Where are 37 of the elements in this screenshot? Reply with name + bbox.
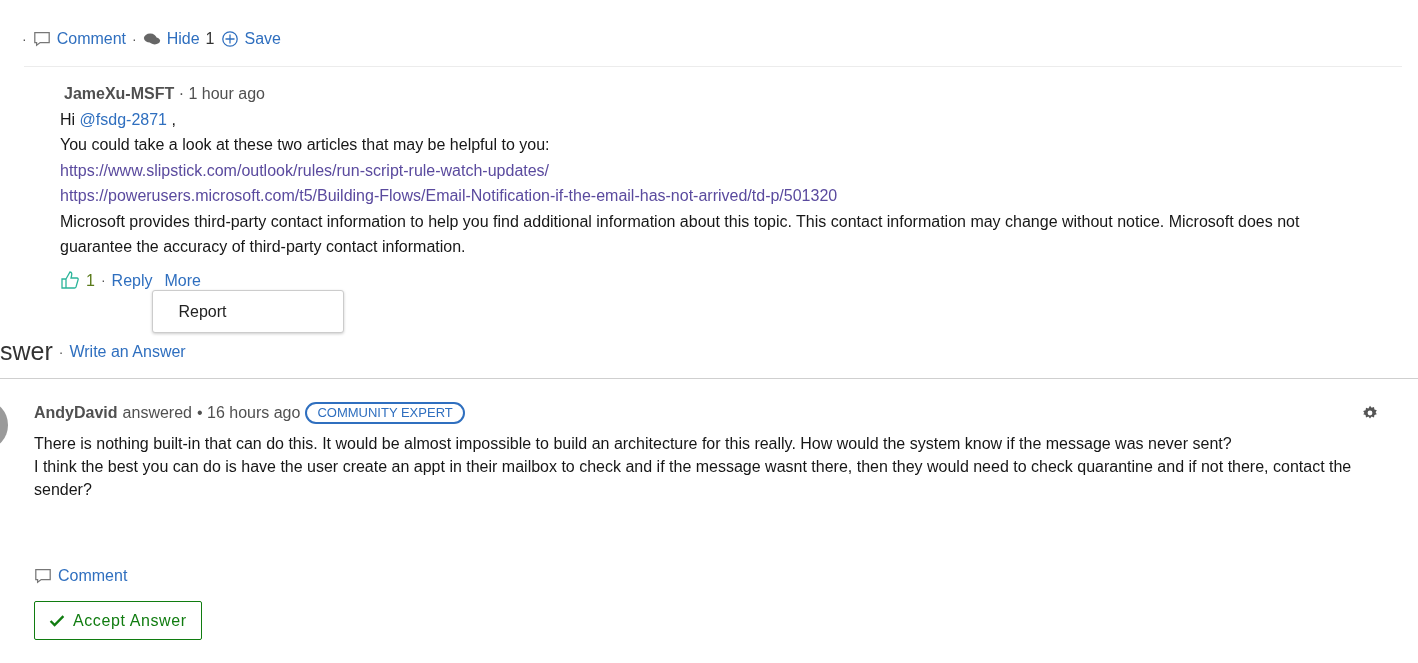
hide-link[interactable]: Hide — [166, 30, 200, 48]
reply-link[interactable]: Reply — [111, 267, 153, 293]
comment-link[interactable]: Comment — [56, 30, 127, 48]
thumbs-up-icon — [60, 270, 80, 291]
answer-verb: answered — [122, 403, 192, 423]
separator-dot: · — [100, 270, 106, 290]
expert-badge: COMMUNITY EXPERT — [305, 401, 465, 424]
greeting-comma: , — [170, 110, 176, 128]
comment-time: · 1 hour ago — [178, 85, 265, 102]
answer-text: There is nothing built-in that can do this. It would be almost impossible to build an architecture for this really. How would the system know if the message was never sent? — [34, 434, 1233, 454]
answer-text: I think the best you can do is have the user create an appt in their mailbox to check and if the message wasnt there, then they would need to check quarantine and if not there, contact the sender? — [34, 457, 1353, 500]
separator-dot: · — [132, 31, 137, 47]
separator-dot: · — [22, 31, 27, 47]
article-link[interactable]: https://powerusers.microsoft.com/t5/Building-Flows/Email-Notification-if-the-email-has-not-arrived/td-p/501320 — [60, 187, 838, 204]
write-answer-link[interactable]: Write an Answer — [69, 342, 186, 361]
comment-author: JameXu-MSFT — [64, 85, 175, 102]
menu-item[interactable]: Report — [153, 290, 344, 332]
comment-count: 1 — [205, 30, 215, 48]
greeting-text: Hi — [60, 110, 77, 128]
settings-icon — [1362, 404, 1378, 421]
like-count: 1 — [86, 270, 95, 291]
comment-link[interactable]: Comment — [58, 564, 128, 587]
article-link[interactable]: https://www.slipstick.com/outlook/rules/run-script-rule-watch-updates/ — [60, 161, 550, 179]
comment-text: You could take a look at these two articles that may be helpful to you: — [60, 135, 551, 155]
speech-bubble-icon — [34, 566, 52, 585]
mention-link[interactable]: @fsdg-2871 — [79, 110, 167, 128]
answer-time: • 16 hours ago — [196, 403, 301, 423]
separator-dot: · — [58, 343, 64, 360]
disclaimer-text: Microsoft provides third-party contact information to help you find additional information about this topic. This contact information may change without notice. Microsoft does not guarantee the accuracy of third-party contact information. — [60, 211, 1301, 257]
checkmark-icon — [49, 612, 65, 629]
answer-author: AndyDavid — [34, 403, 118, 423]
more-link[interactable]: More — [164, 271, 201, 289]
plus-circle-icon — [220, 30, 239, 48]
speech-bubble-icon — [32, 30, 51, 48]
save-link[interactable]: Save — [244, 30, 281, 48]
answers-heading: swer — [0, 337, 53, 366]
accept-answer-button[interactable]: Accept Answer — [34, 601, 202, 640]
